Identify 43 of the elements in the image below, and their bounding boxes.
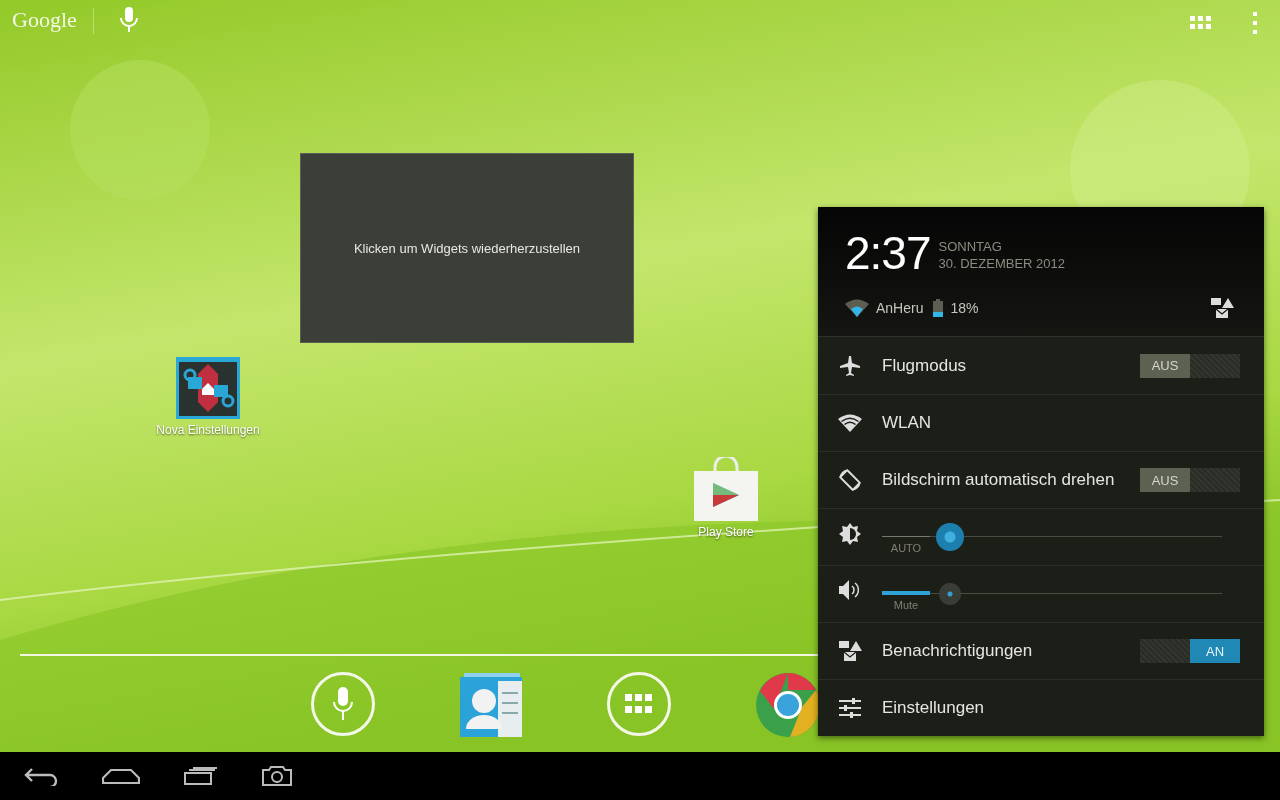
contacts-icon[interactable] [460, 673, 524, 737]
setting-label[interactable]: Benachrichtigungen [882, 641, 1140, 661]
recent-apps-icon [184, 767, 218, 785]
rotate-screen-icon [838, 468, 862, 492]
wifi-icon [838, 414, 862, 432]
toggle-switch[interactable]: AUS [1140, 468, 1240, 492]
settings-icon [838, 696, 862, 720]
date: 30. DEZEMBER 2012 [938, 256, 1065, 271]
home-icon [102, 768, 140, 784]
shopping-bag-icon [693, 457, 759, 521]
setting-label[interactable]: Bildschirm automatisch drehen [882, 470, 1140, 490]
setting-label[interactable]: Flugmodus [882, 355, 1140, 376]
widget-placeholder[interactable]: Klicken um Widgets wiederherzustellen [300, 153, 634, 343]
volume-icon [838, 579, 862, 601]
screenshot-button[interactable] [262, 766, 292, 786]
brightness-icon [838, 522, 862, 546]
network-name: AnHeru [876, 300, 924, 316]
home-button[interactable] [102, 768, 140, 784]
notifications-icon [838, 640, 862, 662]
round-tricolor-icon[interactable] [754, 671, 818, 737]
slider-track[interactable]: AUTO [882, 522, 1222, 552]
camera-icon [262, 766, 292, 786]
airplane-icon [839, 354, 861, 377]
toggle-switch[interactable]: AN [1140, 639, 1240, 663]
microphone-icon [332, 687, 354, 721]
weekday: SONNTAG [938, 239, 1003, 254]
slider-thumb[interactable] [939, 583, 961, 605]
tool-panel-icon [176, 357, 240, 419]
setting-label[interactable]: WLAN [882, 413, 1240, 433]
battery-icon [933, 299, 944, 317]
back-icon [24, 766, 58, 786]
slider-caption: AUTO [889, 542, 923, 554]
slider-caption: Mute [892, 599, 920, 611]
back-button[interactable] [24, 766, 58, 786]
wifi-signal-icon [845, 299, 869, 317]
battery-percent: 18% [950, 300, 979, 316]
notification-status-icon [1210, 297, 1234, 319]
setting-label[interactable]: Einstellungen [882, 698, 1240, 718]
slider-thumb[interactable] [936, 523, 964, 551]
clock-time: 2:37 [845, 231, 931, 275]
app-grid-icon [625, 694, 653, 714]
toggle-switch[interactable]: AUS [1140, 353, 1240, 378]
recent-apps-button[interactable] [184, 767, 218, 785]
